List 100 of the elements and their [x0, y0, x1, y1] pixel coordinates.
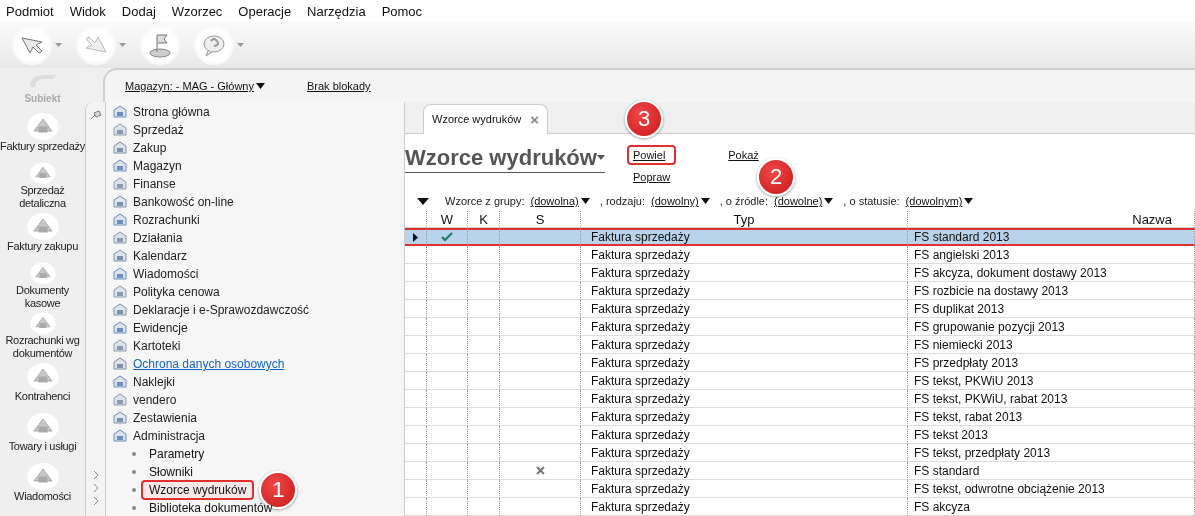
tree-item[interactable]: Strona główna	[133, 105, 210, 119]
tree-item[interactable]: Wzorce wydruków	[141, 480, 255, 500]
tree-item[interactable]: Kartoteki	[133, 339, 181, 353]
tree-item[interactable]: Wiadomości	[133, 267, 199, 281]
caret-icon[interactable]	[119, 43, 126, 47]
toolbar-button[interactable]	[12, 25, 52, 65]
table-cell	[468, 336, 500, 354]
table-cell: Faktura sprzedaży	[581, 390, 908, 408]
table-cell	[468, 390, 500, 408]
table-cell: Faktura sprzedaży	[581, 282, 908, 300]
menu-item[interactable]: Narzędzia	[307, 3, 366, 19]
table-cell: FS tekst, rabat 2013	[908, 408, 1195, 426]
tree-item[interactable]: Zakup	[133, 141, 167, 155]
tree-item[interactable]: Kalendarz	[133, 249, 188, 263]
table-cell: FS tekst, przedpłaty 2013	[908, 444, 1195, 462]
table-cell: Faktura sprzedaży	[581, 246, 908, 264]
caret-icon	[580, 198, 590, 205]
menu-item[interactable]: Operacje	[238, 3, 292, 19]
table-cell	[468, 426, 500, 444]
table-cell	[468, 480, 500, 498]
caret-icon[interactable]	[237, 43, 244, 47]
module-icon	[112, 248, 128, 264]
collapse-caret-icon[interactable]	[417, 197, 429, 205]
tab[interactable]: Wzorce wydruków ×	[423, 103, 548, 134]
menu-item[interactable]: Widok	[69, 3, 106, 19]
table-cell: Faktura sprzedaży	[581, 426, 908, 444]
table-cell	[468, 444, 500, 462]
tree-item[interactable]: Ewidencje	[133, 321, 188, 335]
filter-label: , o statusie:	[843, 195, 900, 208]
nav-item[interactable]: Faktury sprzedaży	[0, 110, 85, 160]
logo-text: Subiekt	[24, 93, 61, 104]
tree-item[interactable]: vendero	[133, 393, 177, 407]
toolbar-button[interactable]	[194, 25, 234, 65]
module-icon	[112, 212, 128, 228]
row-indicator[interactable]	[405, 228, 427, 246]
table-cell: Faktura sprzedaży	[581, 228, 908, 246]
nav-item[interactable]: Wiadomości	[0, 460, 85, 510]
table-cell	[468, 318, 500, 336]
nav-item[interactable]: Dokumenty kasowe	[0, 260, 85, 310]
tree-item[interactable]: Administracja	[133, 429, 206, 443]
module-icon	[112, 122, 128, 138]
tree-item[interactable]: Magazyn	[133, 159, 182, 173]
caret-icon	[964, 198, 974, 205]
nav-item[interactable]: Faktury zakupu	[0, 210, 85, 260]
table-cell: FS standard	[908, 462, 1195, 480]
table-cell: FS tekst, odwrotne obciążenie 2013	[908, 480, 1195, 498]
table-cell: FS grupowanie pozycji 2013	[908, 318, 1195, 336]
warehouse-dropdown[interactable]: Magazyn: - MAG - Główny	[125, 80, 265, 92]
menu-item[interactable]: Podmiot	[6, 3, 54, 19]
action-link[interactable]: Popraw	[626, 166, 677, 187]
tree-item[interactable]: Sprzedaż	[133, 123, 184, 137]
menu-item[interactable]: Pomoc	[381, 3, 423, 19]
module-icon	[112, 158, 128, 174]
module-icon	[112, 104, 128, 120]
nav-item[interactable]: Rozrachunki wg dokumentów	[0, 310, 85, 360]
tree-item[interactable]: Zestawienia	[133, 411, 198, 425]
caret-icon[interactable]	[55, 43, 62, 47]
module-icon	[112, 302, 128, 318]
action-link[interactable]: Powiel	[626, 144, 677, 165]
filter-dropdown[interactable]: (dowolne)	[774, 195, 834, 208]
menu-item[interactable]: Wzorzec	[171, 3, 223, 19]
module-icon	[112, 428, 128, 444]
tree-item[interactable]: Działania	[133, 231, 183, 245]
bullet-icon	[132, 470, 136, 474]
tree-item[interactable]: Biblioteka dokumentów	[141, 498, 281, 516]
pin-icon[interactable]	[89, 110, 102, 120]
tree-item[interactable]: Bankowość on-line	[133, 195, 234, 209]
close-button[interactable]: ×	[530, 110, 539, 128]
module-icon	[112, 176, 128, 192]
filter-label: Wzorce z grupy:	[445, 195, 525, 208]
tree-item[interactable]: Rozrachunki	[133, 213, 200, 227]
page-title[interactable]: Wzorce wydruków	[405, 143, 605, 173]
table-cell	[468, 282, 500, 300]
table-cell: FS standard 2013	[908, 228, 1195, 246]
module-icon	[24, 360, 61, 390]
flag-icon	[148, 32, 172, 58]
tree-link[interactable]: Ochrona danych osobowych	[133, 357, 285, 371]
filter-dropdown[interactable]: (dowolny)	[651, 195, 710, 208]
toolbar-button[interactable]	[140, 25, 180, 65]
table-cell: Faktura sprzedaży	[581, 444, 908, 462]
tree-item[interactable]: Naklejki	[133, 375, 175, 389]
nav-item[interactable]: Towary i usługi	[0, 410, 85, 460]
nav-item[interactable]: Sprzedaż detaliczna	[0, 160, 85, 210]
lock-link[interactable]: Brak blokady	[307, 80, 371, 92]
tree-item[interactable]: Finanse	[133, 177, 176, 191]
filter-dropdown[interactable]: (dowolna)	[530, 195, 590, 208]
tree-item[interactable]: Słowniki	[141, 462, 201, 482]
tree-item[interactable]: Deklaracje i e-Sprawozdawczość	[133, 303, 310, 317]
toolbar-button[interactable]	[76, 25, 116, 65]
filter-dropdown[interactable]: (dowolnym)	[905, 195, 974, 208]
nav-item[interactable]: Kontrahenci	[0, 360, 85, 410]
table-cell	[468, 246, 500, 264]
tree-item[interactable]: Parametry	[141, 444, 213, 464]
menu-item[interactable]: Dodaj	[121, 3, 156, 19]
tree-item[interactable]: Polityka cenowa	[133, 285, 220, 299]
table-cell: Faktura sprzedaży	[581, 264, 908, 282]
table-cell	[468, 354, 500, 372]
table-cell: Faktura sprzedaży	[581, 462, 908, 480]
module-icon	[24, 110, 61, 140]
table-cell: Faktura sprzedaży	[581, 408, 908, 426]
